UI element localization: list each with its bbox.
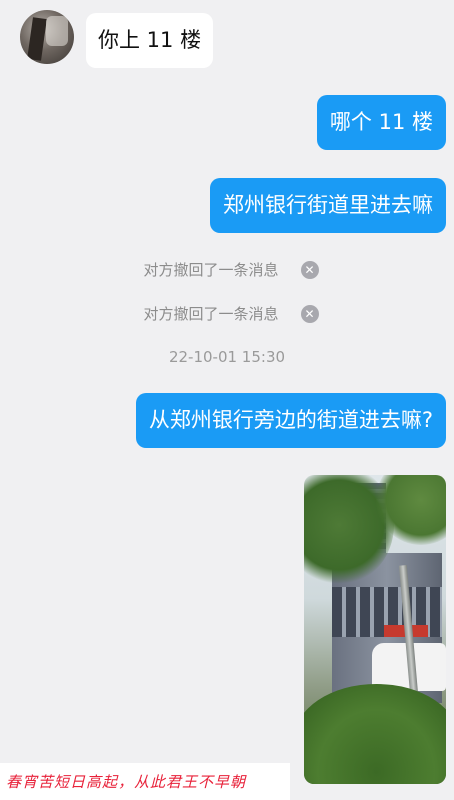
close-circle-icon[interactable]: ✕	[300, 260, 319, 279]
avatar-image-detail	[27, 17, 47, 61]
incoming-message-text: 你上 11 楼	[98, 28, 202, 52]
outgoing-message-bubble[interactable]: 哪个 11 楼	[316, 95, 446, 150]
photo-bush	[304, 684, 446, 784]
overlay-caption-text: 春宵苦短日高起，从此君王不早朝	[6, 773, 247, 791]
avatar-image-highlight	[46, 16, 68, 46]
outgoing-message-bubble[interactable]: 郑州银行街道里进去嘛	[210, 178, 446, 233]
image-message[interactable]	[304, 475, 446, 784]
outgoing-message-text: 哪个 11 楼	[329, 110, 433, 134]
outgoing-message-text: 郑州银行街道里进去嘛	[223, 193, 433, 217]
recall-notice: 对方撤回了一条消息 ✕	[0, 259, 454, 280]
recall-notice-text: 对方撤回了一条消息	[143, 305, 279, 323]
recall-notice-text: 对方撤回了一条消息	[143, 261, 279, 279]
outgoing-message-bubble[interactable]: 从郑州银行旁边的街道进去嘛?	[135, 393, 446, 448]
close-circle-icon[interactable]: ✕	[300, 304, 319, 323]
overlay-caption: 春宵苦短日高起，从此君王不早朝	[0, 763, 290, 800]
timestamp-text: 22-10-01 15:30	[168, 348, 286, 366]
outgoing-message-text: 从郑州银行旁边的街道进去嘛?	[148, 408, 433, 432]
recall-notice: 对方撤回了一条消息 ✕	[0, 303, 454, 324]
contact-avatar[interactable]	[20, 10, 74, 64]
message-timestamp: 22-10-01 15:30	[0, 348, 454, 366]
incoming-message-bubble[interactable]: 你上 11 楼	[86, 13, 214, 68]
